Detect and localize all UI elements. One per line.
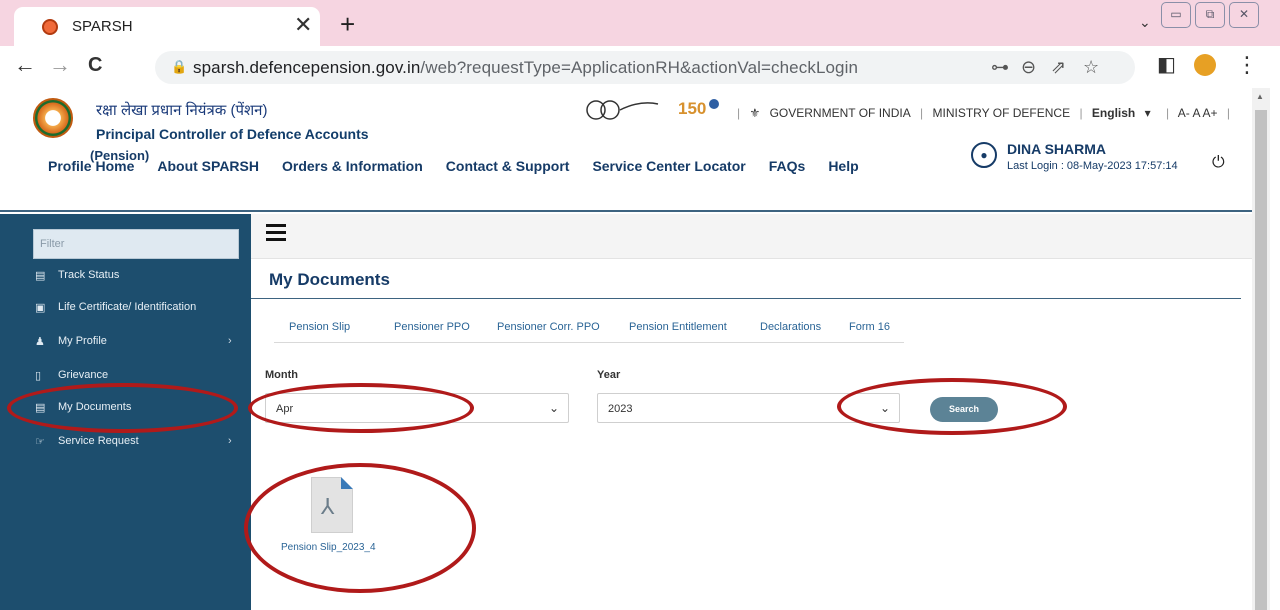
nav-faqs[interactable]: FAQs <box>769 158 806 174</box>
forward-arrow-icon[interactable]: → <box>49 53 71 77</box>
sidebar-item-label: My Profile <box>58 335 107 347</box>
tab-strip: SPARSH ✕ + ⌄ ▭ ⧉ ✕ <box>0 0 1280 46</box>
pointing-hand-icon: ☞ <box>35 436 45 448</box>
india-emblem-icon: ⚜ <box>749 106 761 120</box>
nav-help[interactable]: Help <box>828 158 858 174</box>
nav-about-sparsh[interactable]: About SPARSH <box>157 158 259 174</box>
grievance-icon: ▯ <box>35 370 42 382</box>
chevron-right-icon: › <box>228 435 232 447</box>
main-nav: Profile Home About SPARSH Orders & Infor… <box>48 158 859 174</box>
year-label: Year <box>597 369 621 381</box>
sidebar-filter-input[interactable]: Filter <box>33 229 239 259</box>
close-window-icon[interactable]: ✕ <box>1229 2 1259 28</box>
browser-menu-icon[interactable]: ⋮ <box>1236 53 1258 77</box>
tab-sparsh[interactable]: SPARSH ✕ <box>14 7 320 46</box>
annotation-circle-pdf <box>244 463 476 593</box>
chevron-down-icon: ▾ <box>1144 106 1151 120</box>
org-title: Principal Controller of Defence Accounts <box>96 126 369 142</box>
nav-profile-home[interactable]: Profile Home <box>48 158 134 174</box>
sidebar-item-my-profile[interactable]: ♟ My Profile › <box>0 328 251 356</box>
tab-search-chevron-icon[interactable]: ⌄ <box>1139 14 1151 31</box>
user-avatar-icon[interactable]: ● <box>971 142 997 168</box>
scroll-up-icon[interactable]: ▲ <box>1256 92 1264 101</box>
list-icon: ▤ <box>35 270 46 282</box>
top-links: | ⚜ GOVERNMENT OF INDIA | MINISTRY OF DE… <box>737 106 1230 120</box>
org-title-hindi: रक्षा लेखा प्रधान नियंत्रक (पेंशन) <box>96 102 268 119</box>
government-link[interactable]: GOVERNMENT OF INDIA <box>770 106 911 120</box>
new-tab-icon[interactable]: + <box>340 11 355 37</box>
id-card-icon: ▣ <box>35 302 46 314</box>
address-bar[interactable]: 🔒 sparsh.defencepension.gov.in/web?reque… <box>155 51 1135 84</box>
font-size-controls[interactable]: A- A A+ <box>1178 106 1218 120</box>
site-header: रक्षा लेखा प्रधान नियंत्रक (पेंशन) Princ… <box>0 88 1252 212</box>
tab-pension-slip[interactable]: Pension Slip <box>289 321 350 333</box>
tab-pensioner-corr-ppo[interactable]: Pensioner Corr. PPO <box>497 321 600 333</box>
nav-contact-support[interactable]: Contact & Support <box>446 158 570 174</box>
browser-window: SPARSH ✕ + ⌄ ▭ ⧉ ✕ ← → C 🔒 sparsh.defenc… <box>0 0 1280 610</box>
chevron-down-icon: ⌄ <box>548 401 559 415</box>
tab-pensioner-ppo[interactable]: Pensioner PPO <box>394 321 470 333</box>
annotation-circle-month <box>248 383 474 433</box>
chevron-right-icon: › <box>228 335 232 347</box>
hamburger-menu-icon[interactable] <box>266 224 286 245</box>
zoom-icon[interactable]: ⊖ <box>1021 57 1036 78</box>
anniversary-logo: 150 <box>678 99 719 118</box>
month-label: Month <box>265 369 298 381</box>
restore-icon[interactable]: ⧉ <box>1195 2 1225 28</box>
reload-icon[interactable]: C <box>88 53 102 77</box>
browser-toolbar: ← → C 🔒 sparsh.defencepension.gov.in/web… <box>0 46 1280 88</box>
share-icon[interactable]: ⇗ <box>1051 57 1066 78</box>
tab-pension-entitlement[interactable]: Pension Entitlement <box>629 321 727 333</box>
annotation-circle-my-documents <box>7 383 238 433</box>
g20-logo <box>586 100 659 120</box>
tab-title: SPARSH <box>72 18 133 35</box>
annotation-circle-search <box>837 378 1067 435</box>
profile-avatar-icon[interactable] <box>1194 54 1216 76</box>
nav-service-center-locator[interactable]: Service Center Locator <box>592 158 745 174</box>
sidebar-item-track-status[interactable]: ▤ Track Status <box>0 262 251 290</box>
year-value: 2023 <box>608 403 633 415</box>
svg-text:150: 150 <box>678 99 706 118</box>
pcda-emblem-logo <box>33 98 73 138</box>
sidebar-item-label: Life Certificate/ Identification <box>58 301 197 313</box>
sidebar-item-label: Track Status <box>58 269 120 281</box>
title-divider <box>251 298 1241 299</box>
last-login: Last Login : 08-May-2023 17:57:14 <box>1007 160 1178 172</box>
sparsh-favicon-icon <box>42 19 58 35</box>
url-text: sparsh.defencepension.gov.in/web?request… <box>193 58 859 77</box>
scrollbar-thumb[interactable] <box>1255 110 1267 610</box>
key-icon[interactable]: ⊶ <box>991 57 1009 78</box>
user-name: DINA SHARMA <box>1007 141 1107 157</box>
user-icon: ♟ <box>35 336 45 348</box>
logout-power-icon[interactable]: ⏻ <box>1212 154 1225 172</box>
document-tabs: Pension Slip Pensioner PPO Pensioner Cor… <box>274 317 904 343</box>
lock-icon: 🔒 <box>171 59 188 74</box>
content-topbar <box>251 214 1252 259</box>
language-select[interactable]: English ▾ <box>1092 106 1157 120</box>
side-panel-icon[interactable]: ◧ <box>1157 53 1176 77</box>
page-title: My Documents <box>269 270 390 289</box>
ministry-link[interactable]: MINISTRY OF DEFENCE <box>933 106 1071 120</box>
tab-close-icon[interactable]: ✕ <box>294 13 312 37</box>
sidebar-item-label: Grievance <box>58 369 109 381</box>
bookmark-star-icon[interactable]: ☆ <box>1083 57 1099 78</box>
tab-form-16[interactable]: Form 16 <box>849 321 890 333</box>
nav-orders-information[interactable]: Orders & Information <box>282 158 423 174</box>
minimize-icon[interactable]: ▭ <box>1161 2 1191 28</box>
tab-declarations[interactable]: Declarations <box>760 321 821 333</box>
sidebar-item-label: Service Request <box>58 435 139 447</box>
back-arrow-icon[interactable]: ← <box>14 53 36 77</box>
sidebar-item-life-certificate[interactable]: ▣ Life Certificate/ Identification <box>0 294 251 322</box>
